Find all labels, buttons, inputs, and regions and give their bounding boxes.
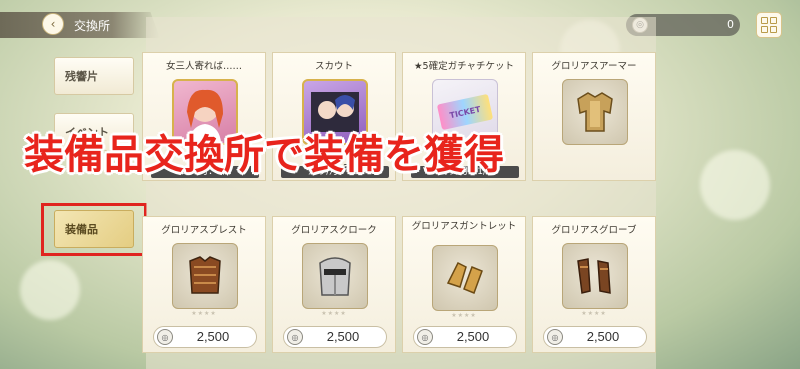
price-tag: ◎ 2,500 — [543, 326, 647, 348]
item-name: スカウト — [314, 61, 353, 72]
coin-icon: ◎ — [547, 329, 563, 345]
item-image — [562, 243, 628, 309]
shop-item-card[interactable]: グロリアスクローク ★★★★ ◎ 2,500 — [272, 216, 396, 353]
item-image — [302, 243, 368, 309]
price-value: 2,500 — [326, 329, 360, 344]
currency-value: 0 — [727, 18, 734, 31]
background-glow — [700, 150, 770, 220]
item-name: グロリアスグローブ — [551, 225, 637, 236]
item-name: グロリアスアーマー — [551, 61, 637, 72]
rarity-stars: ★★★★ — [321, 310, 347, 317]
page-title: 交換所 — [74, 19, 111, 33]
item-name: ★5確定ガチャチケット — [414, 61, 514, 72]
item-image — [172, 243, 238, 309]
coin-icon: ◎ — [157, 329, 173, 345]
chevron-left-icon: ‹ — [50, 17, 56, 31]
grid-menu-icon — [761, 26, 768, 33]
item-name: グロリアスガントレット — [411, 221, 517, 232]
shop-item-card[interactable]: グロリアスグローブ ★★★★ ◎ 2,500 — [532, 216, 656, 353]
grid-menu-icon — [770, 17, 777, 24]
price-value: 2,500 — [456, 329, 490, 344]
price-tag: ◎ 2,500 — [413, 326, 517, 348]
highlight-frame — [41, 203, 147, 256]
rarity-stars: ★★★★ — [581, 310, 607, 317]
item-name: グロリアスクローク — [291, 225, 377, 236]
glove-icon — [577, 258, 611, 294]
item-image — [432, 245, 498, 311]
rarity-stars: ★★★★ — [451, 312, 477, 319]
background-glow — [20, 260, 80, 320]
back-button[interactable]: ‹ — [42, 13, 64, 35]
tab-echo-fragment[interactable]: 残響片 — [54, 57, 134, 95]
armor-icon — [577, 92, 613, 132]
gauntlet-icon — [446, 261, 483, 294]
rarity-stars: ★★★★ — [191, 310, 217, 317]
grid-menu-icon — [761, 17, 768, 24]
price-value: 2,500 — [586, 329, 620, 344]
price-value: 2,500 — [196, 329, 230, 344]
shop-item-card[interactable]: グロリアスガントレット ★★★★ ◎ 2,500 — [402, 216, 526, 353]
shop-item-card[interactable]: グロリアスブレスト ★★★★ ◎ 2,500 — [142, 216, 266, 353]
coin-icon: ◎ — [287, 329, 303, 345]
cloak-icon — [319, 257, 351, 296]
gacha-ticket-icon: TICKET — [436, 93, 494, 131]
breastplate-icon — [189, 256, 221, 294]
item-name: グロリアスブレスト — [161, 225, 247, 236]
coin-icon: ◎ — [417, 329, 433, 345]
grid-menu-icon — [770, 26, 777, 33]
price-tag: ◎ 2,500 — [283, 326, 387, 348]
item-name: 女三人寄れば…… — [165, 61, 242, 72]
menu-button[interactable] — [756, 12, 782, 38]
overlay-caption: 装備品交換所で装備を獲得 — [24, 132, 504, 178]
price-tag: ◎ 2,500 — [153, 326, 257, 348]
